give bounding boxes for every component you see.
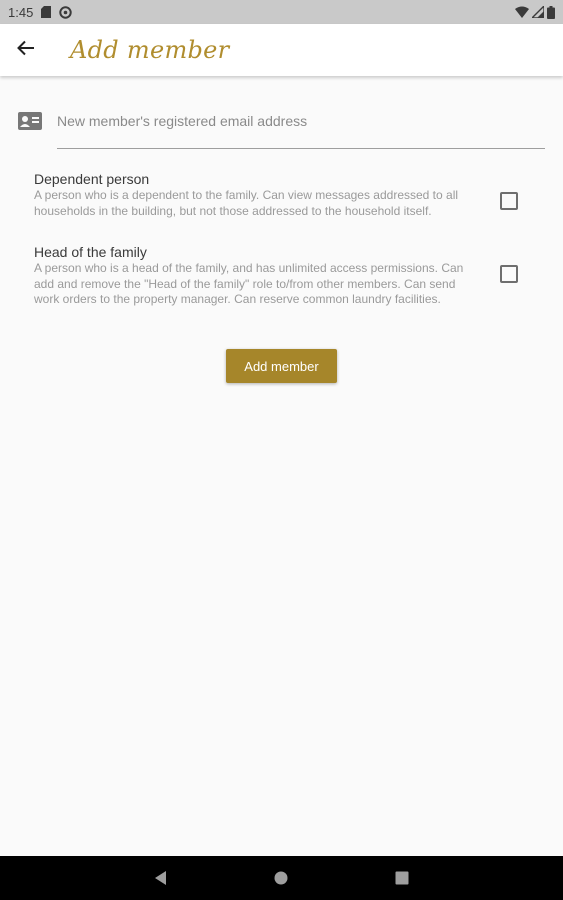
recents-square-icon[interactable] bbox=[392, 868, 412, 888]
role-description: A person who is a dependent to the famil… bbox=[34, 188, 459, 218]
back-button[interactable] bbox=[0, 24, 52, 76]
role-title: Head of the family bbox=[34, 244, 147, 260]
arrow-back-icon bbox=[17, 39, 35, 62]
sync-icon bbox=[59, 5, 73, 19]
role-head-of-family: Head of the family A person who is a hea… bbox=[34, 244, 544, 324]
role-dependent-person: Dependent person A person who is a depen… bbox=[34, 171, 544, 233]
signal-icon bbox=[532, 6, 544, 18]
status-bar: 1:45 bbox=[0, 0, 563, 24]
system-nav-bar bbox=[0, 856, 563, 900]
status-left: 1:45 bbox=[8, 4, 73, 20]
head-of-family-checkbox[interactable] bbox=[500, 265, 518, 283]
app-bar: Add member bbox=[0, 24, 563, 76]
status-time: 1:45 bbox=[8, 4, 34, 20]
role-title: Dependent person bbox=[34, 171, 150, 187]
dependent-person-checkbox[interactable] bbox=[500, 192, 518, 210]
sd-card-icon bbox=[41, 6, 52, 18]
email-row bbox=[18, 108, 545, 150]
role-description: A person who is a head of the family, an… bbox=[34, 261, 464, 306]
home-circle-icon[interactable] bbox=[271, 868, 291, 888]
page-title: Add member bbox=[70, 36, 230, 64]
wifi-icon bbox=[515, 6, 529, 18]
back-triangle-icon[interactable] bbox=[151, 868, 171, 888]
battery-icon bbox=[547, 5, 555, 19]
contact-card-icon bbox=[18, 112, 42, 130]
add-member-button[interactable]: Add member bbox=[226, 349, 337, 383]
email-field[interactable] bbox=[57, 108, 545, 149]
status-right bbox=[515, 5, 555, 19]
